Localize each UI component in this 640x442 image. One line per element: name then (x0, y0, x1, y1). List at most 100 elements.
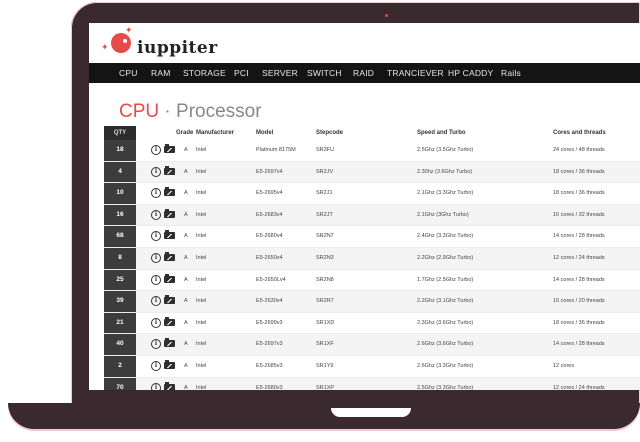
cores-cell: 18 cores / 36 threads (553, 319, 605, 326)
info-icon[interactable]: i (151, 339, 161, 350)
manufacturer-cell: Intel (196, 384, 207, 390)
table-row[interactable]: 2 i A Intel E5-2685v3 SR1Y9 2.6Ghz (3.3Ghz Tur… (104, 355, 640, 378)
table-row[interactable]: 10 i A Intel E5-2695v4 SR2J1 2.1Ghz (3.3Ghz Tu… (104, 183, 640, 205)
image-gallery-icon[interactable] (164, 295, 175, 305)
table-row[interactable]: 39 i A Intel E5-2630v4 SR2R7 2.2Ghz (3.1Ghz Tu… (104, 291, 640, 313)
column-header-speed[interactable]: Speed and Turbo (417, 126, 466, 140)
info-icon[interactable]: i (151, 274, 161, 285)
image-gallery-icon[interactable] (164, 144, 175, 153)
grade-cell: A (184, 190, 188, 197)
image-gallery-icon[interactable] (164, 359, 175, 369)
nav-item-rails[interactable]: Rails (501, 63, 521, 83)
cores-cell: 16 cores / 32 threads (553, 211, 605, 218)
manufacturer-cell: Intel (196, 168, 207, 175)
info-icon[interactable]: i (151, 166, 161, 177)
page-title-category: CPU (119, 101, 160, 122)
grade-cell: A (184, 147, 188, 153)
info-icon[interactable]: i (151, 231, 161, 242)
nav-item-server[interactable]: SERVER (262, 63, 298, 83)
nav-item-switch[interactable]: SWITCH (307, 63, 342, 83)
grade-cell: A (184, 362, 188, 369)
model-cell: E5-2680v4 (256, 233, 283, 240)
info-icon[interactable]: i (151, 188, 161, 199)
column-header-manufacturer[interactable]: Manufacturer (196, 126, 234, 140)
page-title-separator: · (159, 101, 177, 122)
grade-cell: A (184, 233, 188, 240)
info-icon[interactable]: i (151, 296, 161, 307)
table-header: QTY Grade Manufacturer Model Stepcode Sp… (104, 126, 640, 140)
info-icon[interactable]: i (151, 145, 161, 155)
image-gallery-icon[interactable] (164, 230, 175, 240)
grade-cell: A (184, 384, 188, 390)
column-header-qty[interactable]: QTY (104, 126, 136, 140)
speed-cell: 2.3Ghz (3.6Ghz Turbo) (417, 319, 474, 326)
cores-cell: 24 cores / 48 threads (553, 147, 605, 153)
model-cell: E5-2683v4 (256, 211, 283, 218)
site-header: ✦ ✦ iuppiter (89, 23, 640, 61)
column-header-model[interactable]: Model (256, 126, 273, 140)
model-cell: Platinum 8175M (256, 147, 296, 153)
table-row[interactable]: 4 i A Intel E5-2697v4 SR2JV 2.30hz (3.6Ghz Tur… (104, 161, 640, 184)
model-cell: E5-2680v3 (256, 384, 283, 390)
nav-item-pci[interactable]: PCI (234, 63, 249, 83)
logo-icon[interactable] (111, 33, 131, 53)
qty-cell: 25 (104, 269, 136, 291)
nav-item-raid[interactable]: RAID (353, 63, 374, 83)
qty-cell: 40 (104, 334, 136, 355)
stepcode-cell: SR1XF (316, 341, 334, 348)
table-row[interactable]: 21 i A Intel E5-2699v3 SR1XD 2.3Ghz (3.6Ghz Tu… (104, 312, 640, 335)
nav-item-hp-caddy[interactable]: HP CADDY (448, 63, 493, 83)
table-row[interactable]: 16 i A Intel E5-2683v4 SR2JT 2.1Ghz (3Ghz Turb… (104, 204, 640, 227)
image-gallery-icon[interactable] (164, 316, 175, 326)
info-icon[interactable]: i (151, 360, 161, 371)
table-row[interactable]: 40 i A Intel E5-2697v3 SR1XF 2.6Ghz (3.6Ghz Tu… (104, 334, 640, 356)
model-cell: E5-2685v3 (256, 362, 283, 369)
image-gallery-icon[interactable] (164, 208, 175, 218)
speed-cell: 2.2Ghz (3.1Ghz Turbo) (417, 298, 474, 305)
manufacturer-cell: Intel (196, 233, 207, 240)
grade-cell: A (184, 168, 188, 175)
table-row[interactable]: 70 i A Intel E5-2680v3 SR1XP 2.5Ghz (3.3Ghz Tu… (104, 377, 640, 390)
qty-cell: 4 (104, 161, 136, 183)
cores-cell: 12 cores / 24 threads (553, 384, 605, 390)
nav-item-tranciever[interactable]: TRANCIEVER (387, 63, 444, 83)
table-row[interactable]: 68 i A Intel E5-2680v4 SR2N7 2.4Ghz (3.3Ghz Tu… (104, 226, 640, 248)
stepcode-cell: SR1XD (316, 319, 335, 326)
image-gallery-icon[interactable] (164, 165, 175, 175)
info-icon[interactable]: i (151, 317, 161, 328)
column-header-grade[interactable]: Grade (176, 126, 193, 140)
nav-item-ram[interactable]: RAM (151, 63, 171, 83)
laptop-screen: ✦ ✦ iuppiter CPU RAM STORAGE PCI SERVER SWITC… (89, 23, 640, 390)
manufacturer-cell: Intel (196, 276, 207, 283)
column-header-cores[interactable]: Cores and threads (553, 126, 606, 140)
cores-cell: 14 cores / 28 threads (553, 233, 605, 240)
brand-logo-text[interactable]: iuppiter (137, 38, 218, 58)
qty-cell: 70 (104, 377, 136, 390)
qty-cell: 2 (104, 355, 136, 377)
stepcode-cell: SR2JV (316, 168, 334, 175)
model-cell: E5-2650v4 (256, 254, 283, 261)
info-icon[interactable]: i (151, 252, 161, 263)
nav-item-storage[interactable]: STORAGE (183, 63, 226, 83)
table-row[interactable]: 8 i A Intel E5-2650v4 SR2N3 2.2Ghz (2.9Ghz Tur… (104, 247, 640, 270)
qty-cell: 16 (104, 204, 136, 226)
qty-cell: 68 (104, 226, 136, 247)
image-gallery-icon[interactable] (164, 338, 175, 348)
qty-cell: 10 (104, 183, 136, 204)
webcam-dot (385, 14, 388, 17)
table-row[interactable]: 18 i A Intel Platinum 8175M SR3FU 2.5Ghz (3.5G… (104, 140, 640, 162)
image-gallery-icon[interactable] (164, 381, 175, 390)
info-icon[interactable]: i (151, 209, 161, 220)
image-gallery-icon[interactable] (164, 273, 175, 283)
info-icon[interactable]: i (151, 382, 161, 390)
qty-cell: 8 (104, 247, 136, 269)
manufacturer-cell: Intel (196, 147, 207, 153)
nav-item-cpu[interactable]: CPU (119, 63, 138, 83)
qty-cell: 39 (104, 291, 136, 312)
table-row[interactable]: 25 i A Intel E5-2650Lv4 SR2N8 1.7Ghz (2.5Ghz T… (104, 269, 640, 292)
column-header-stepcode[interactable]: Stepcode (316, 126, 343, 140)
cores-cell: 14 cores / 28 threads (553, 341, 605, 348)
qty-cell: 18 (104, 140, 136, 161)
image-gallery-icon[interactable] (164, 187, 175, 197)
image-gallery-icon[interactable] (164, 251, 175, 261)
